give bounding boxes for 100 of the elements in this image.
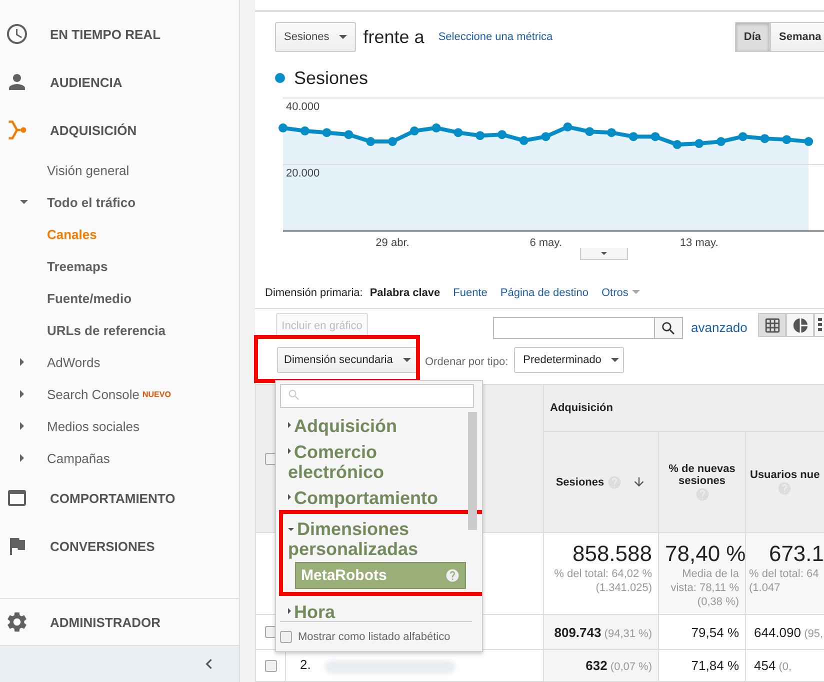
caret-icon [20,200,28,204]
view-button[interactable] [814,313,824,338]
caret-icon [20,422,24,430]
share-text: (94,31 %) [603,628,652,640]
search-icon [287,388,301,402]
caret-icon [402,358,411,362]
clock-icon [5,22,29,46]
sidebar-section[interactable]: ADQUISICIÓN [0,106,239,154]
column-group-header: Adquisición [544,384,824,432]
x-axis-label: 6 may. [530,237,562,249]
sidebar-section[interactable]: EN TIEMPO REAL [0,10,239,58]
chart-point [782,135,792,144]
versus-label: frente a [363,26,424,48]
view-button[interactable] [758,313,786,338]
row-checkbox[interactable] [264,660,276,672]
chart-point [672,140,682,150]
sidebar-item[interactable]: Search Console $^{NUEVO}$ [0,378,239,410]
primary-dimension-label: Dimensión primaria: [265,287,363,300]
caret-icon [20,390,24,398]
share-text: (0,07 %) [609,661,652,673]
x-axis-label: 29 abr. [376,237,410,249]
sidebar-item[interactable]: Fuente/medio [0,282,239,314]
chart-point [694,139,704,148]
new-label: NUEVO [142,390,171,398]
sidebar-section[interactable]: CONVERSIONES [0,522,239,570]
chart-point [738,132,748,142]
dimension-option[interactable]: Fuente [453,287,488,300]
caret-icon [611,358,620,362]
chart-point [300,126,310,136]
chart-point [716,137,726,146]
search-field[interactable] [493,317,655,340]
chart-point [476,131,485,140]
total-value: 673.1 [768,540,824,567]
checkbox[interactable] [264,452,276,465]
sidebar-item[interactable]: Treemaps [0,250,239,282]
scrollbar[interactable] [468,412,477,530]
chart-point [432,123,441,132]
sidebar-section[interactable]: AUDIENCIA [0,58,239,106]
caret-icon [601,252,607,255]
search-icon [660,320,677,337]
select-metric-link[interactable]: Seleccione una métrica [438,31,553,43]
period-button[interactable]: Semana [770,22,824,52]
sort-label: Ordenar por tipo: [425,356,508,368]
metric-select[interactable]: Sesiones [275,22,356,52]
dimension-option[interactable]: Otros [601,287,640,300]
row-checkbox[interactable] [264,626,276,638]
share-text: (0, [778,661,792,673]
column-header[interactable]: Usuarios nue [746,432,824,532]
dimension-group[interactable]: Hora [288,598,466,621]
column-header[interactable]: Sesiones [544,432,658,532]
pie-chart-icon [792,316,808,334]
sidebar-item[interactable]: Visión general [0,154,239,186]
table-cell: 632 [586,658,608,673]
chart-point [607,128,616,138]
dimension-option[interactable]: Página de destino [500,287,588,300]
collapse-chart-handle[interactable] [580,248,628,260]
sidebar-item[interactable]: AdWords [0,346,239,378]
column-header[interactable]: % de nuevas sesiones [658,432,746,532]
caret-icon [288,448,291,454]
secondary-dimension-select[interactable]: Dimensión secundaria [277,346,417,373]
sidebar-item[interactable]: Medios sociales [0,410,239,442]
sidebar-section[interactable]: COMPORTAMIENTO [0,474,239,522]
sort-arrow-icon[interactable] [632,475,646,489]
dimension-group[interactable]: Dimensiones personalizadas [288,515,466,559]
caret-icon [632,290,640,294]
view-button[interactable] [786,313,814,338]
checkbox[interactable] [280,630,292,642]
chart-point [585,127,594,136]
dimension-group[interactable]: Comercio electrónico [288,438,466,482]
sidebar-item[interactable]: URLs de referencia [0,314,239,346]
dropdown-search-field[interactable] [280,384,474,408]
total-value: 858.588 [571,540,652,567]
chart-point [563,122,572,132]
x-axis-label: 13 may. [680,237,718,249]
sidebar-item[interactable]: Campañas [0,442,239,474]
y-axis-label: 40.000 [286,101,320,113]
sort-select[interactable]: Predeterminado [514,346,624,373]
chart-point [278,123,288,132]
table-cell: 71,84 % [691,658,739,673]
caret-icon [288,422,291,428]
dimension-group[interactable]: Comportamiento [288,484,466,508]
table-cell: 644.090 [754,624,801,640]
chart-point [322,128,332,138]
share-text: (95, [803,628,824,640]
caret-icon [288,608,291,614]
grid-icon [764,316,780,334]
search-button[interactable] [655,317,683,340]
checkbox-label: Mostrar como listado alfabético [298,630,450,642]
dimension-option[interactable]: Palabra clave [370,287,440,300]
chart-point [388,137,397,146]
chart-point [541,132,550,142]
help-icon[interactable] [445,568,460,583]
advanced-link[interactable]: avanzado [691,320,748,336]
sidebar-item[interactable]: Todo el tráfico [0,186,239,218]
dimension-group[interactable]: Adquisición [288,412,466,436]
list-icon [818,318,822,332]
caret-icon [288,494,291,500]
period-button[interactable]: Día [734,22,770,52]
total-note: % del total: 64 (1.047 [749,567,820,595]
legend-dot [275,73,285,83]
